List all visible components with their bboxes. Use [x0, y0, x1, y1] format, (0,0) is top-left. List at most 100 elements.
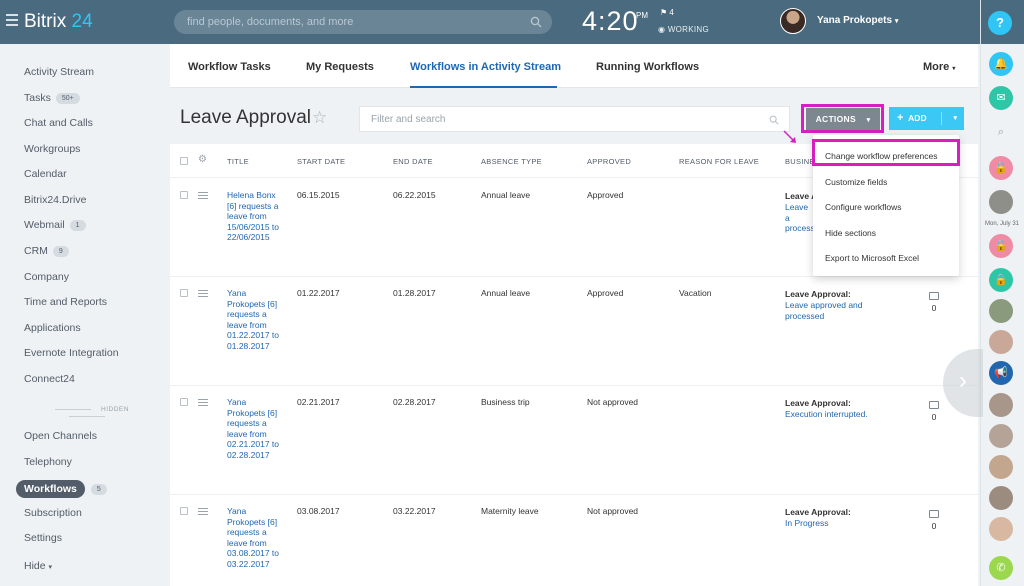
phone-icon[interactable]: ✆ — [989, 556, 1013, 580]
menu-item-drive[interactable]: Bitrix24.Drive — [24, 194, 86, 206]
menu-item-activity-stream[interactable]: Activity Stream — [24, 66, 94, 78]
menu-item-telephony[interactable]: Telephony — [24, 456, 72, 468]
contact-avatar-6[interactable] — [989, 455, 1013, 479]
row-divider — [170, 385, 978, 386]
row-checkbox[interactable] — [180, 398, 188, 406]
column-header-absence-type[interactable]: ABSENCE TYPE — [481, 157, 542, 166]
contact-avatar-1[interactable] — [989, 190, 1013, 214]
star-icon[interactable]: ☆ — [312, 108, 327, 128]
help-icon[interactable]: ? — [988, 11, 1012, 35]
row-menu-icon[interactable] — [198, 399, 208, 407]
menu-item-chat[interactable]: Chat and Calls — [24, 117, 93, 129]
row-title-link[interactable]: Helena Bonx [6] requests a leave from 15… — [227, 190, 282, 243]
tab-workflow-tasks[interactable]: Workflow Tasks — [188, 61, 271, 73]
row-end-date: 02.28.2017 — [393, 397, 436, 407]
row-checkbox[interactable] — [180, 289, 188, 297]
menu-item-subscription[interactable]: Subscription — [24, 507, 82, 519]
lock-chat-icon-3[interactable]: 🔒 — [989, 268, 1013, 292]
page-title: Leave Approval — [180, 107, 311, 128]
row-menu-icon[interactable] — [198, 508, 208, 516]
gear-icon[interactable]: ⚙ — [198, 154, 207, 165]
menu-item-workflows[interactable]: Workflows 5 — [16, 480, 107, 498]
tab-running-workflows[interactable]: Running Workflows — [596, 61, 699, 73]
logo-number: 24 — [71, 11, 93, 32]
row-bp-status[interactable]: In Progress — [785, 518, 895, 529]
column-header-end-date[interactable]: END DATE — [393, 157, 433, 166]
contact-avatar-5[interactable] — [989, 424, 1013, 448]
row-bp-status[interactable]: Execution interrupted. — [785, 409, 895, 420]
column-header-start-date[interactable]: START DATE — [297, 157, 345, 166]
row-menu-icon[interactable] — [198, 192, 208, 200]
menu-item-company[interactable]: Company — [24, 271, 69, 283]
row-start-date: 06.15.2015 — [297, 190, 340, 200]
lock-chat-icon[interactable]: 🔒 — [989, 156, 1013, 180]
menu-item-connect24[interactable]: Connect24 — [24, 373, 75, 385]
tab-bar: Workflow Tasks My Requests Workflows in … — [170, 44, 978, 88]
row-title-link[interactable]: Yana Prokopets [6] requests a leave from… — [227, 288, 282, 352]
clock[interactable]: 4:20 — [582, 6, 639, 37]
comments-counter[interactable]: 0 — [927, 401, 941, 422]
row-checkbox[interactable] — [180, 507, 188, 515]
tab-my-requests[interactable]: My Requests — [306, 61, 374, 73]
menu-hide-toggle[interactable]: Hide ▾ — [24, 560, 52, 572]
menu-item-calendar[interactable]: Calendar — [24, 168, 67, 180]
row-title-link[interactable]: Yana Prokopets [6] requests a leave from… — [227, 506, 282, 570]
chevron-down-icon[interactable]: ▾ — [953, 107, 957, 130]
row-absence-type: Annual leave — [481, 190, 531, 200]
logo[interactable]: Bitrix 24 — [24, 11, 93, 33]
select-all-checkbox[interactable] — [180, 157, 188, 165]
column-header-approved[interactable]: APPROVED — [587, 157, 631, 166]
row-menu-icon[interactable] — [198, 290, 208, 298]
notifications-icon[interactable]: 🔔 — [989, 52, 1013, 76]
tab-more[interactable]: More ▾ — [923, 61, 955, 73]
user-menu[interactable]: Yana Prokopets ▾ — [817, 15, 898, 26]
megaphone-icon[interactable]: 📢 — [989, 361, 1013, 385]
column-header-reason[interactable]: REASON FOR LEAVE — [679, 157, 759, 166]
status-icon: ◉ — [658, 25, 666, 34]
contact-avatar-8[interactable] — [989, 517, 1013, 541]
menu-burger-icon[interactable] — [6, 14, 18, 28]
flag-counter[interactable]: ⚑ 4 — [660, 8, 674, 17]
lock-chat-icon-2[interactable]: 🔒 — [989, 234, 1013, 258]
menu-item-applications[interactable]: Applications — [24, 322, 81, 334]
comments-counter[interactable]: 0 — [927, 510, 941, 531]
menu-item-export-excel[interactable]: Export to Microsoft Excel — [825, 253, 919, 263]
menu-item-customize-fields[interactable]: Customize fields — [825, 177, 887, 187]
column-header-title[interactable]: TITLE — [227, 157, 249, 166]
contact-avatar-7[interactable] — [989, 486, 1013, 510]
menu-item-webmail[interactable]: Webmail 1 — [24, 219, 86, 231]
row-bp-status[interactable]: Leave a process — [785, 202, 815, 234]
row-bp-status[interactable]: Leave approved and processed — [785, 300, 880, 321]
column-header-business-process[interactable]: BUSINE — [785, 157, 815, 166]
row-title-link[interactable]: Yana Prokopets [6] requests a leave from… — [227, 397, 282, 461]
row-start-date: 03.08.2017 — [297, 506, 340, 516]
contact-avatar-2[interactable] — [989, 299, 1013, 323]
menu-item-change-workflow-preferences[interactable]: Change workflow preferences — [825, 151, 937, 161]
plus-icon: + — [897, 112, 904, 124]
count-badge: 1 — [69, 220, 86, 231]
messenger-icon[interactable]: ✉ — [989, 86, 1013, 110]
search-icon[interactable] — [530, 16, 542, 28]
work-status[interactable]: ◉ WORKING — [658, 25, 709, 34]
menu-item-crm[interactable]: CRM 9 — [24, 245, 69, 257]
menu-item-tasks[interactable]: Tasks 50+ — [24, 92, 80, 104]
contact-avatar-4[interactable] — [989, 393, 1013, 417]
row-checkbox[interactable] — [180, 191, 188, 199]
menu-item-configure-workflows[interactable]: Configure workflows — [825, 202, 902, 212]
global-search-input[interactable]: find people, documents, and more — [174, 10, 552, 34]
comments-counter[interactable]: 0 — [927, 292, 941, 313]
filter-search-input[interactable]: Filter and search — [359, 106, 790, 132]
contact-avatar-3[interactable] — [989, 330, 1013, 354]
add-button[interactable]: + ADD ▾ — [889, 107, 964, 130]
menu-item-hide-sections[interactable]: Hide sections — [825, 228, 876, 238]
menu-item-evernote[interactable]: Evernote Integration — [24, 347, 119, 359]
menu-item-settings[interactable]: Settings — [24, 532, 62, 544]
row-divider — [170, 494, 978, 495]
search-icon[interactable] — [769, 115, 779, 125]
tab-workflows-activity-stream[interactable]: Workflows in Activity Stream — [410, 61, 561, 73]
menu-item-open-channels[interactable]: Open Channels — [24, 430, 97, 442]
menu-item-time-reports[interactable]: Time and Reports — [24, 296, 107, 308]
menu-item-workgroups[interactable]: Workgroups — [24, 143, 80, 155]
search-rail-icon[interactable]: ⌕ — [989, 120, 1013, 144]
user-avatar[interactable] — [780, 8, 806, 34]
